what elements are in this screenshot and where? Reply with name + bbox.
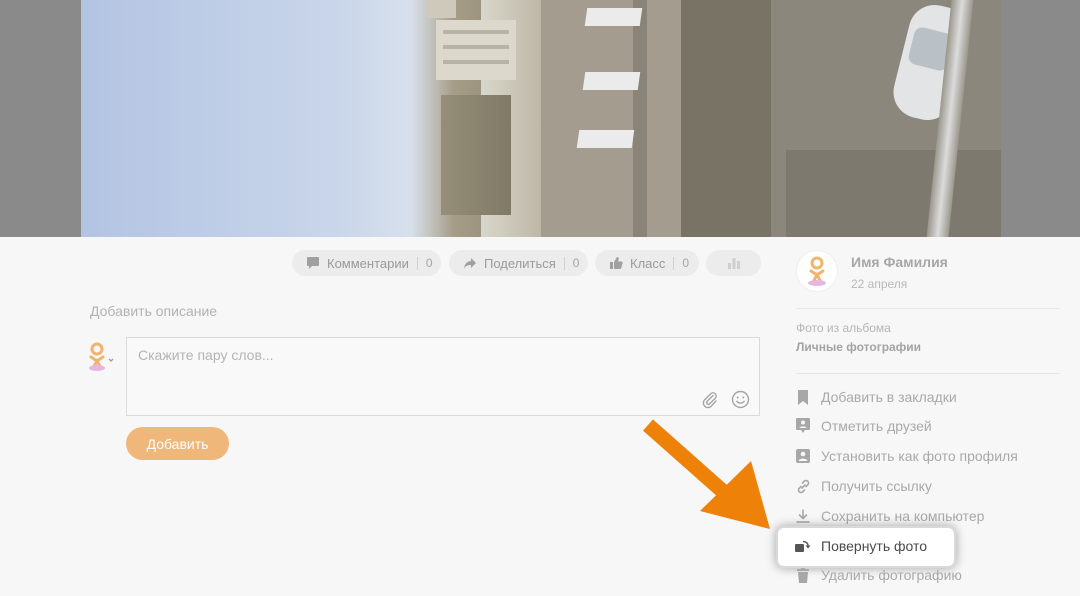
bookmark-icon	[795, 389, 811, 405]
profile-photo-icon	[795, 448, 811, 464]
album-name-link[interactable]: Личные фотографии	[796, 340, 921, 354]
pill-separator	[563, 256, 565, 270]
link-chain-icon	[795, 478, 811, 494]
share-arrow-icon	[463, 256, 477, 270]
menu-rotate-photo[interactable]: Повернуть фото	[795, 535, 927, 557]
comments-label: Комментарии	[327, 255, 409, 271]
download-icon	[795, 508, 811, 524]
author-avatar[interactable]	[796, 250, 838, 292]
author-name[interactable]: Имя Фамилия	[851, 254, 948, 270]
thumbs-up-icon	[609, 256, 623, 270]
tag-person-icon	[795, 418, 811, 434]
menu-get-link[interactable]: Получить ссылку	[795, 475, 932, 497]
comment-composer[interactable]	[126, 337, 760, 416]
share-label: Поделиться	[484, 255, 556, 271]
pill-separator	[673, 256, 675, 270]
sidebar-divider	[796, 308, 1060, 309]
menu-set-profile-photo[interactable]: Установить как фото профиля	[795, 445, 1018, 467]
pill-separator	[416, 256, 418, 270]
menu-add-bookmark[interactable]: Добавить в закладки	[795, 386, 957, 408]
paperclip-icon[interactable]	[701, 391, 719, 414]
smiley-icon[interactable]	[731, 390, 750, 414]
menu-label: Получить ссылку	[821, 478, 932, 494]
photo-viewer-backdrop	[0, 0, 1080, 237]
menu-label: Установить как фото профиля	[821, 448, 1018, 464]
share-count: 0	[572, 256, 580, 270]
menu-label: Добавить в закладки	[821, 389, 957, 405]
photo-date: 22 апреля	[851, 277, 908, 291]
menu-label: Повернуть фото	[821, 538, 928, 554]
bar-chart-icon	[727, 256, 741, 270]
share-button[interactable]: Поделиться 0	[449, 250, 588, 276]
comments-count: 0	[425, 256, 433, 270]
menu-label: Удалить фотографию	[821, 567, 962, 583]
class-label: Класс	[630, 255, 666, 271]
callout-arrow-icon	[643, 419, 770, 529]
menu-label: Сохранить на компьютер	[821, 508, 985, 524]
class-like-button[interactable]: Класс 0	[595, 250, 699, 276]
menu-delete-photo[interactable]: Удалить фотографию	[795, 564, 962, 586]
statistics-button[interactable]	[706, 250, 761, 276]
menu-label: Отметить друзей	[821, 418, 932, 434]
class-count: 0	[682, 256, 690, 270]
comment-bubble-icon	[306, 256, 320, 270]
album-label: Фото из альбома	[796, 321, 891, 335]
menu-save-to-computer[interactable]: Сохранить на компьютер	[795, 505, 984, 527]
comments-button[interactable]: Комментарии 0	[292, 250, 441, 276]
ok-user-icon	[808, 256, 826, 286]
trash-icon	[795, 567, 811, 583]
comment-input[interactable]	[136, 346, 640, 364]
rotate-icon	[795, 538, 811, 554]
photo-image[interactable]	[81, 0, 1001, 237]
add-description-link[interactable]: Добавить описание	[90, 303, 217, 319]
add-comment-button[interactable]: Добавить	[126, 427, 229, 460]
sidebar-divider	[796, 373, 1060, 374]
menu-tag-friends[interactable]: Отметить друзей	[795, 415, 932, 437]
ok-user-icon	[89, 342, 114, 371]
my-avatar[interactable]	[83, 340, 115, 372]
